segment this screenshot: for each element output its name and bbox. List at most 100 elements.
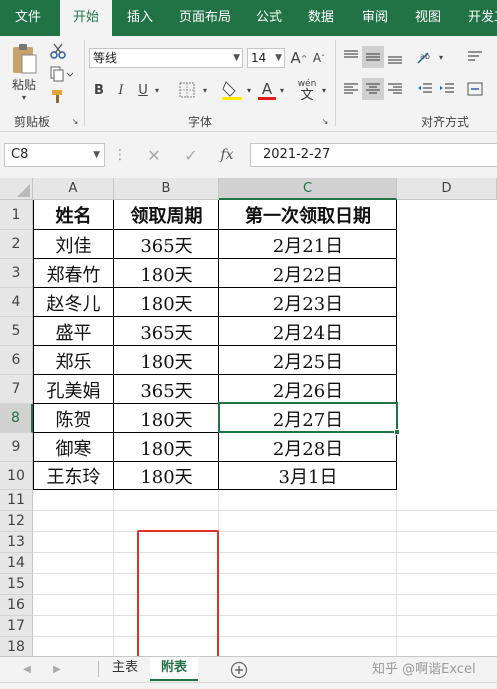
add-sheet-icon[interactable] <box>228 659 250 681</box>
scroll-tabs-right-icon[interactable]: ▶ <box>50 661 64 677</box>
row-header-12[interactable]: 12 <box>0 511 33 532</box>
paste-dropdown-icon[interactable]: ▾ <box>18 92 30 102</box>
cell-c6[interactable]: 2月25日 <box>219 346 397 375</box>
merge-center-icon[interactable] <box>464 78 486 100</box>
cell-a3[interactable]: 郑春竹 <box>33 259 114 288</box>
cell-a1[interactable]: 姓名 <box>33 200 114 230</box>
orientation-icon[interactable]: ab <box>414 46 436 68</box>
row-header-3[interactable]: 3 <box>0 259 33 288</box>
align-bottom-icon[interactable] <box>384 46 406 68</box>
row-header-9[interactable]: 9 <box>0 433 33 462</box>
font-color-dropdown-icon[interactable]: ▾ <box>277 80 287 100</box>
cell-c7[interactable]: 2月26日 <box>219 375 397 404</box>
row-header-1[interactable]: 1 <box>0 200 33 230</box>
row-header-10[interactable]: 10 <box>0 462 33 490</box>
align-top-icon[interactable] <box>340 46 362 68</box>
cell-a7[interactable]: 孔美娟 <box>33 375 114 404</box>
wrap-text-icon[interactable] <box>464 46 486 68</box>
enter-icon[interactable]: ✓ <box>178 145 204 165</box>
paste-icon[interactable] <box>6 42 42 76</box>
cell-b9[interactable]: 180天 <box>114 433 219 462</box>
underline-dropdown-icon[interactable]: ▾ <box>152 80 162 100</box>
cell-a4[interactable]: 赵冬儿 <box>33 288 114 317</box>
cell-c1[interactable]: 第一次领取日期 <box>219 200 397 230</box>
cell-c2[interactable]: 2月21日 <box>219 230 397 259</box>
cell-b5[interactable]: 365天 <box>114 317 219 346</box>
name-box[interactable]: C8 ▼ <box>4 143 105 167</box>
row-header-18[interactable]: 18 <box>0 637 33 656</box>
cell-b1[interactable]: 领取周期 <box>114 200 219 230</box>
tab-page-layout[interactable]: 页面布局 <box>168 0 242 36</box>
grow-font-button[interactable]: A ^ <box>290 48 308 68</box>
borders-dropdown-icon[interactable]: ▾ <box>200 80 210 100</box>
row-header-16[interactable]: 16 <box>0 595 33 616</box>
cell-c4[interactable]: 2月23日 <box>219 288 397 317</box>
paste-button[interactable]: 粘贴 <box>6 76 42 92</box>
copy-icon[interactable] <box>46 64 76 84</box>
scroll-tabs-left-icon[interactable]: ◀ <box>20 661 34 677</box>
fill-handle[interactable] <box>394 429 400 435</box>
decrease-indent-icon[interactable] <box>414 78 436 100</box>
tab-file[interactable]: 文件 <box>0 0 56 36</box>
column-header-b[interactable]: B <box>114 178 219 200</box>
cell-b6[interactable]: 180天 <box>114 346 219 375</box>
align-center-icon[interactable] <box>362 78 384 100</box>
phonetic-button[interactable]: wén 文 <box>295 78 319 102</box>
cell-a6[interactable]: 郑乐 <box>33 346 114 375</box>
tab-home[interactable]: 开始 <box>60 0 112 36</box>
cell-b3[interactable]: 180天 <box>114 259 219 288</box>
cell-c3[interactable]: 2月22日 <box>219 259 397 288</box>
row-header-14[interactable]: 14 <box>0 553 33 574</box>
font-launcher-icon[interactable]: ↘ <box>320 116 330 126</box>
align-left-icon[interactable] <box>340 78 362 100</box>
select-all-corner[interactable] <box>0 178 33 200</box>
cell-b10[interactable]: 180天 <box>114 462 219 490</box>
column-header-d[interactable]: D <box>397 178 497 200</box>
row-header-13[interactable]: 13 <box>0 532 33 553</box>
cell-b8[interactable]: 180天 <box>114 404 219 433</box>
font-name-combo[interactable]: 等线 ▼ <box>89 48 243 68</box>
row-header-11[interactable]: 11 <box>0 490 33 511</box>
row-header-4[interactable]: 4 <box>0 288 33 317</box>
more-options-icon[interactable]: ⋮ <box>113 146 127 164</box>
cell-b7[interactable]: 365天 <box>114 375 219 404</box>
cell-a10[interactable]: 王东玲 <box>33 462 114 490</box>
shrink-font-button[interactable]: Aˇ <box>310 48 328 68</box>
underline-button[interactable]: U <box>134 80 152 100</box>
row-header-6[interactable]: 6 <box>0 346 33 375</box>
align-right-icon[interactable] <box>384 78 406 100</box>
fill-color-icon[interactable] <box>218 78 246 102</box>
row-header-15[interactable]: 15 <box>0 574 33 595</box>
column-header-c[interactable]: C <box>219 178 397 200</box>
tab-data[interactable]: 数据 <box>296 0 346 36</box>
tab-review[interactable]: 审阅 <box>350 0 400 36</box>
italic-button[interactable]: I <box>112 80 130 100</box>
increase-indent-icon[interactable] <box>436 78 458 100</box>
cell-c9[interactable]: 2月28日 <box>219 433 397 462</box>
tab-insert[interactable]: 插入 <box>116 0 164 36</box>
sheet-tab-appendix[interactable]: 附表 <box>150 657 198 681</box>
align-middle-icon[interactable] <box>362 46 384 68</box>
cell-a8[interactable]: 陈贺 <box>33 404 114 433</box>
cell-b4[interactable]: 180天 <box>114 288 219 317</box>
font-color-button[interactable]: A <box>256 78 278 102</box>
cut-icon[interactable] <box>46 40 70 62</box>
cell-c5[interactable]: 2月24日 <box>219 317 397 346</box>
sheet-tab-main[interactable]: 主表 <box>103 657 147 681</box>
fill-color-dropdown-icon[interactable]: ▾ <box>244 80 254 100</box>
row-header-2[interactable]: 2 <box>0 230 33 259</box>
orientation-dropdown-icon[interactable]: ▾ <box>436 46 446 68</box>
row-header-7[interactable]: 7 <box>0 375 33 404</box>
row-header-5[interactable]: 5 <box>0 317 33 346</box>
cell-a2[interactable]: 刘佳 <box>33 230 114 259</box>
cell-a9[interactable]: 御寒 <box>33 433 114 462</box>
tab-developer[interactable]: 开发工具 <box>458 0 497 36</box>
cell-c10[interactable]: 3月1日 <box>219 462 397 490</box>
tab-formulas[interactable]: 公式 <box>246 0 292 36</box>
phonetic-dropdown-icon[interactable]: ▾ <box>319 80 329 100</box>
borders-icon[interactable] <box>174 80 200 100</box>
row-header-8[interactable]: 8 <box>0 404 33 433</box>
cancel-icon[interactable]: ✕ <box>141 145 167 165</box>
font-size-combo[interactable]: 14 ▼ <box>247 48 285 68</box>
tab-view[interactable]: 视图 <box>404 0 452 36</box>
